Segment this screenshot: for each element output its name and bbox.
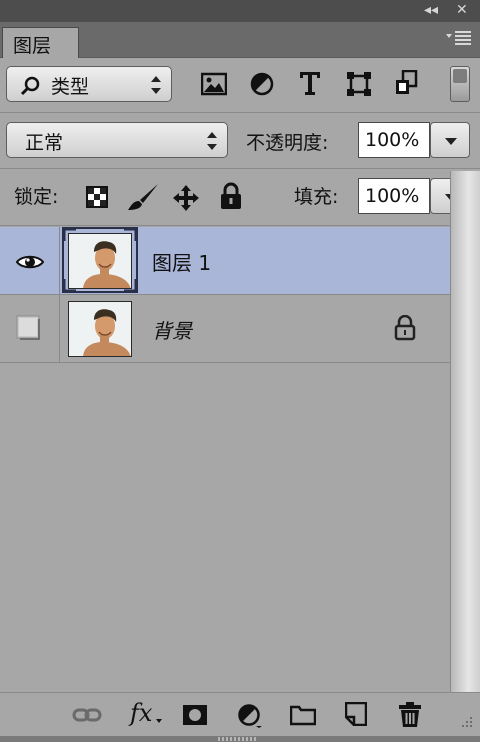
- lock-transparent-pixels-icon[interactable]: [86, 186, 108, 208]
- shape-filter-icon[interactable]: [346, 71, 372, 97]
- type-filter-icon[interactable]: [298, 70, 322, 96]
- adjustment-filter-icon[interactable]: [250, 72, 274, 96]
- opacity-label: 不透明度:: [246, 132, 329, 154]
- layer-lock-icon: [394, 315, 416, 341]
- panel-menu-icon[interactable]: [446, 29, 472, 47]
- panel-tab-bar: 图层: [0, 22, 480, 59]
- layers-scrollbar[interactable]: [450, 171, 480, 692]
- select-arrows-icon: [207, 131, 217, 151]
- portrait-thumbnail-image: [69, 302, 131, 356]
- lock-all-icon[interactable]: [220, 182, 242, 210]
- layer-name[interactable]: 背景: [152, 315, 192, 344]
- image-filter-icon[interactable]: [201, 72, 227, 96]
- collapse-panel-icon[interactable]: ◂◂: [424, 2, 438, 18]
- tab-layers[interactable]: 图层: [2, 27, 79, 59]
- layers-bottom-toolbar: fx: [0, 692, 480, 736]
- fx-dropdown-icon: [156, 719, 162, 723]
- portrait-thumbnail-image: [69, 234, 131, 288]
- lock-position-icon[interactable]: [172, 184, 200, 212]
- filter-toggle-switch[interactable]: [450, 66, 470, 102]
- lock-image-pixels-icon[interactable]: [126, 182, 160, 212]
- drag-handle-icon[interactable]: [218, 737, 258, 741]
- resize-grip-icon[interactable]: [458, 715, 474, 731]
- blend-mode-label: 正常: [25, 132, 64, 154]
- select-arrows-icon: [151, 75, 161, 95]
- filter-kind-select[interactable]: 类型: [6, 66, 172, 102]
- layer-name[interactable]: 图层 1: [152, 247, 211, 276]
- layer-row-layer1[interactable]: 图层 1: [0, 227, 450, 295]
- layer-thumbnail: [68, 301, 132, 357]
- fill-label: 填充:: [294, 186, 339, 208]
- opacity-dropdown-button[interactable]: [430, 122, 470, 158]
- bottom-edge-strip: [0, 736, 480, 742]
- fill-input[interactable]: 100%: [358, 178, 430, 214]
- layers-panel: 类型 正常 不透明度: 100% 锁定: 填充: 100%: [0, 58, 480, 742]
- fx-icon[interactable]: fx: [130, 699, 152, 727]
- visibility-toggle[interactable]: [0, 227, 60, 295]
- group-folder-icon[interactable]: [290, 704, 316, 726]
- panel-title-strip: ◂◂ ✕: [0, 0, 480, 22]
- layer-row-background[interactable]: 背景: [0, 295, 450, 363]
- visibility-toggle[interactable]: [0, 295, 60, 363]
- eye-icon[interactable]: [16, 253, 44, 271]
- close-panel-icon[interactable]: ✕: [456, 2, 468, 18]
- opacity-input[interactable]: 100%: [358, 122, 430, 158]
- lock-label: 锁定:: [14, 186, 59, 208]
- link-layers-icon[interactable]: [72, 707, 102, 723]
- smart-object-filter-icon[interactable]: [394, 70, 418, 96]
- add-mask-icon[interactable]: [182, 704, 208, 726]
- adjustment-layer-icon[interactable]: [238, 704, 262, 728]
- filter-kind-label: 类型: [51, 76, 90, 98]
- visibility-off-box-icon[interactable]: [16, 315, 42, 341]
- trash-icon[interactable]: [398, 702, 422, 728]
- layer-thumbnail: [68, 233, 132, 289]
- blend-mode-select[interactable]: 正常: [6, 122, 228, 158]
- new-layer-icon[interactable]: [345, 702, 367, 726]
- search-icon: [20, 76, 40, 96]
